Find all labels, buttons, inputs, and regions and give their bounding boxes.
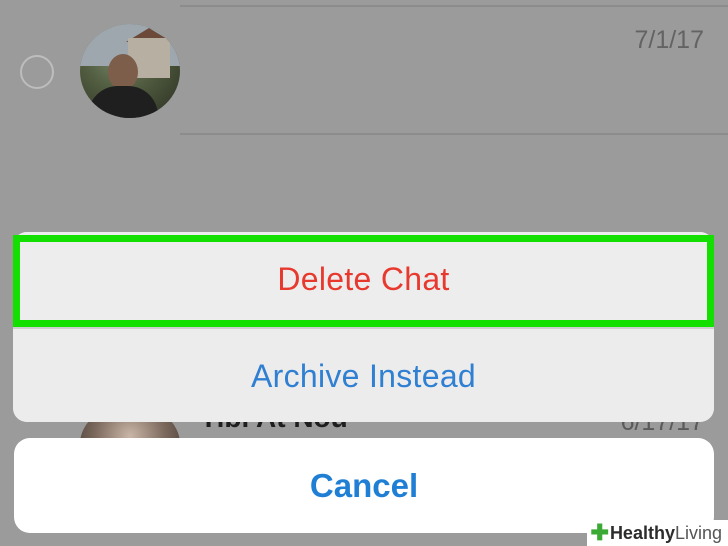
delete-chat-button[interactable]: Delete Chat xyxy=(13,232,714,327)
chat-date: 7/1/17 xyxy=(634,26,704,54)
watermark-word: Healthy xyxy=(609,522,675,543)
watermark-word: Living xyxy=(674,522,722,543)
action-sheet: Delete Chat Archive Instead xyxy=(13,232,714,422)
watermark-logo: ✚ Healthy Living xyxy=(586,520,728,546)
archive-instead-button[interactable]: Archive Instead xyxy=(13,329,714,422)
select-circle[interactable] xyxy=(20,55,54,89)
list-divider xyxy=(180,133,728,135)
list-divider xyxy=(180,5,728,7)
plus-icon: ✚ xyxy=(590,520,609,545)
cancel-button[interactable]: Cancel xyxy=(14,438,714,533)
avatar xyxy=(80,24,180,118)
